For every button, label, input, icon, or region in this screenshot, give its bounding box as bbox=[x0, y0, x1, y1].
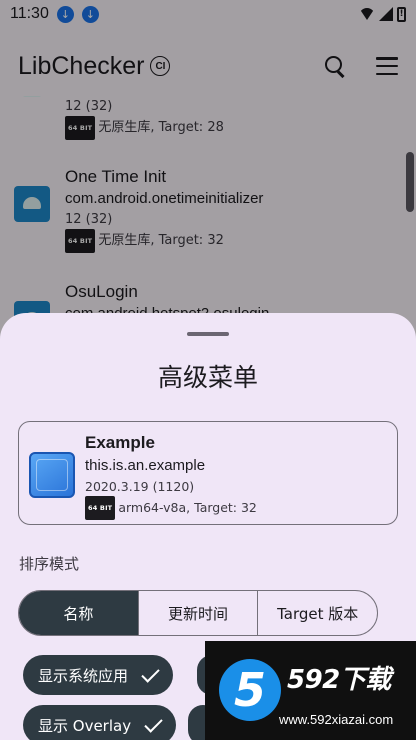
example-meta-text: arm64-v8a, Target: 32 bbox=[118, 500, 257, 515]
example-app-icon bbox=[29, 452, 75, 498]
sort-mode-label: 排序模式 bbox=[19, 555, 80, 573]
chip-show-system-apps[interactable]: 显示系统应用 bbox=[23, 655, 174, 695]
bit-badge: 64 BIT bbox=[85, 496, 116, 520]
example-name: Example bbox=[85, 433, 155, 452]
check-icon bbox=[141, 663, 160, 683]
example-package: this.is.an.example bbox=[85, 457, 206, 474]
watermark-url: www.592xiazai.com bbox=[279, 712, 394, 727]
watermark-text: 592下载 bbox=[287, 665, 391, 695]
chip-show-overlay[interactable]: 显示 Overlay bbox=[23, 705, 177, 740]
sort-option-name[interactable]: 名称 bbox=[19, 591, 138, 635]
example-app-card: Example this.is.an.example 2020.3.19 (11… bbox=[18, 421, 398, 525]
drag-handle[interactable] bbox=[187, 332, 229, 336]
watermark: 5 592下载 www.592xiazai.com bbox=[205, 641, 416, 740]
example-version: 2020.3.19 (1120) bbox=[85, 479, 195, 494]
sheet-title: 高级菜单 bbox=[157, 363, 258, 392]
sort-mode-selector: 名称 更新时间 Target 版本 bbox=[18, 590, 378, 636]
sort-option-update-time[interactable]: 更新时间 bbox=[137, 591, 258, 635]
sort-option-target-version[interactable]: Target 版本 bbox=[257, 591, 377, 635]
example-meta: 64 BIT arm64-v8a, Target: 32 bbox=[85, 496, 257, 520]
chip-label: 显示系统应用 bbox=[38, 666, 129, 685]
watermark-logo: 5 bbox=[219, 659, 281, 721]
chip-label: 显示 Overlay bbox=[38, 716, 132, 735]
check-icon bbox=[144, 713, 163, 733]
